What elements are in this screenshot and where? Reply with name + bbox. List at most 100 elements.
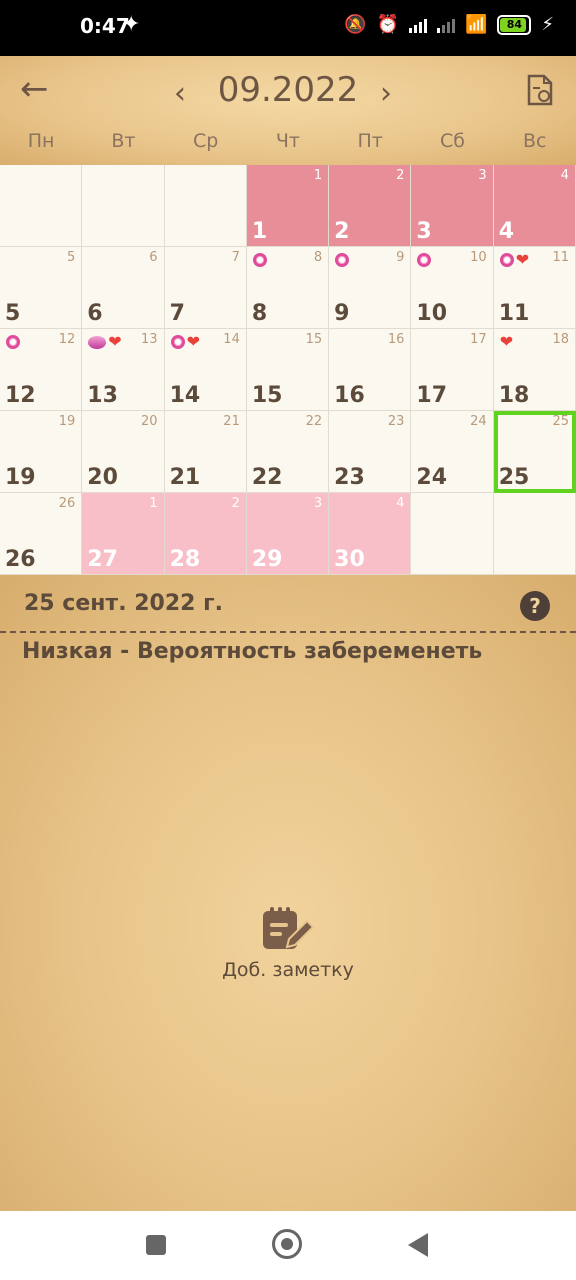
- add-note-button[interactable]: Доб. заметку: [200, 905, 376, 981]
- calendar-day-cell[interactable]: 22 22: [246, 411, 330, 493]
- calendar-day-cell[interactable]: 15 15: [246, 329, 330, 411]
- day-markers: ❤: [170, 334, 200, 350]
- day-number: 19: [5, 465, 36, 490]
- calendar-cell-empty: [0, 165, 83, 247]
- calendar-day-cell[interactable]: 23 23: [329, 411, 412, 493]
- ovulation-flower-icon: [417, 253, 432, 267]
- calendar-cell-empty: [493, 493, 576, 575]
- day-cycle-number: 22: [305, 414, 323, 429]
- prev-month-button[interactable]: ‹: [174, 76, 186, 111]
- calendar-cell-empty: [164, 165, 247, 247]
- ovulation-flower-icon: [335, 253, 350, 267]
- calendar-day-cell[interactable]: 88: [246, 247, 330, 329]
- system-nav-bar: [0, 1211, 576, 1280]
- wifi-icon: 📶: [464, 14, 488, 35]
- calendar-day-cell[interactable]: 99: [329, 247, 412, 329]
- calendar-day-cell[interactable]: 13 13 ❤: [82, 329, 165, 411]
- day-number: 4: [498, 219, 515, 244]
- calendar-day-cell[interactable]: 14 14 ❤: [164, 329, 247, 411]
- calendar-day-cell[interactable]: 12 12: [0, 329, 83, 411]
- weekday-label: Чт: [275, 130, 300, 152]
- report-icon[interactable]: [526, 74, 554, 106]
- weekday-row: Пн Вт Ср Чт Пт Сб Вс: [0, 130, 576, 152]
- weekday-label: Вт: [111, 130, 136, 152]
- calendar-day-cell[interactable]: 24 24: [411, 411, 494, 493]
- day-number: 20: [87, 465, 118, 490]
- calendar-day-cell[interactable]: 4 30: [329, 493, 412, 575]
- calendar-day-cell[interactable]: 26 26: [0, 493, 83, 575]
- calendar-day-cell[interactable]: 1 27: [82, 493, 165, 575]
- status-bar: 0:47 ✦ 🔕 ⏰ 📶 84 ⚡: [0, 0, 576, 56]
- calendar-cell-empty: [411, 493, 494, 575]
- heart-icon: ❤: [499, 332, 514, 351]
- calendar-day-cell[interactable]: 33: [411, 165, 494, 247]
- ovulation-flower-icon: [499, 253, 514, 267]
- calendar-day-cell[interactable]: 2 28: [164, 493, 247, 575]
- calendar-day-cell[interactable]: 17 17: [411, 329, 494, 411]
- day-cycle-number: 5: [67, 250, 76, 265]
- day-cycle-number: 2: [231, 496, 240, 511]
- calendar-day-cell[interactable]: 19 19: [0, 411, 83, 493]
- day-cycle-number: 20: [141, 414, 158, 429]
- day-number: 3: [416, 219, 432, 244]
- day-cycle-number: 12: [58, 332, 76, 347]
- day-number: 29: [251, 547, 283, 572]
- calendar-day-cell[interactable]: 20 20: [82, 411, 165, 493]
- calendar-day-cell[interactable]: 25 25: [493, 411, 576, 493]
- day-number: 8: [251, 301, 268, 326]
- calendar-day-cell[interactable]: 11: [246, 165, 330, 247]
- weekday-label: Вс: [522, 130, 547, 152]
- day-cycle-number: 1: [149, 496, 158, 511]
- day-number: 16: [334, 383, 365, 408]
- day-cycle-number: 13: [141, 332, 158, 347]
- divider: [0, 631, 576, 633]
- calendar-day-cell[interactable]: 11 11 ❤: [493, 247, 576, 329]
- calendar-day-cell[interactable]: 55: [0, 247, 83, 329]
- weekday-label: Сб: [439, 130, 465, 152]
- day-cycle-number: 3: [478, 168, 487, 183]
- calendar-day-cell[interactable]: 77: [164, 247, 247, 329]
- signal-icon: [408, 17, 427, 33]
- add-note-label: Доб. заметку: [222, 959, 354, 981]
- home-button[interactable]: [272, 1229, 302, 1259]
- day-cycle-number: 14: [223, 332, 240, 347]
- day-markers: ❤: [499, 250, 530, 269]
- day-number: 28: [169, 547, 201, 572]
- calendar-day-cell[interactable]: 10 10: [411, 247, 494, 329]
- day-number: 7: [169, 301, 185, 326]
- day-cycle-number: 23: [387, 414, 405, 429]
- calendar-day-cell[interactable]: 21 21: [164, 411, 247, 493]
- heart-icon: ❤: [515, 250, 530, 269]
- day-number: 27: [87, 547, 118, 572]
- calendar-day-cell[interactable]: 44: [493, 165, 576, 247]
- back-arrow-icon[interactable]: ←: [20, 72, 56, 110]
- day-cycle-number: 7: [231, 250, 240, 265]
- calendar-day-cell[interactable]: 22: [329, 165, 412, 247]
- calendar-day-cell[interactable]: 16 16: [329, 329, 412, 411]
- charging-icon: ⚡: [541, 14, 554, 35]
- heart-icon: ❤: [108, 332, 122, 351]
- day-info-panel: 25 сент. 2022 г. ? Низкая - Вероятность …: [0, 575, 576, 1211]
- day-cycle-number: 1: [313, 168, 323, 183]
- sparkle-icon: ✦: [122, 12, 141, 37]
- back-button[interactable]: [408, 1233, 428, 1257]
- weekday-label: Пн: [27, 130, 55, 152]
- day-number: 22: [251, 465, 283, 490]
- next-month-button[interactable]: ›: [380, 76, 392, 111]
- day-markers: [335, 253, 350, 267]
- day-cycle-number: 9: [396, 250, 405, 265]
- day-cycle-number: 15: [305, 332, 323, 347]
- calendar-day-cell[interactable]: 3 29: [246, 493, 330, 575]
- selected-date-title: 25 сент. 2022 г.: [24, 591, 223, 616]
- day-cycle-number: 3: [313, 496, 323, 511]
- calendar-day-cell[interactable]: 66: [82, 247, 165, 329]
- weekday-label: Пт: [357, 130, 383, 152]
- calendar-day-cell[interactable]: 18 18 ❤: [493, 329, 576, 411]
- ovulation-flower-icon: [252, 253, 267, 267]
- help-icon[interactable]: ?: [520, 591, 550, 621]
- recents-button[interactable]: [146, 1235, 166, 1255]
- calendar-grid: 1 1 2 2 3 3 4 4 5 5 6 6 7 7 8 8 9 9 10 10 11 11 ❤ 12 12 13 13 ❤ 14 14…: [0, 165, 576, 575]
- day-number: 18: [498, 383, 530, 408]
- weekday-label: Ср: [193, 130, 219, 152]
- day-number: 14: [169, 383, 201, 408]
